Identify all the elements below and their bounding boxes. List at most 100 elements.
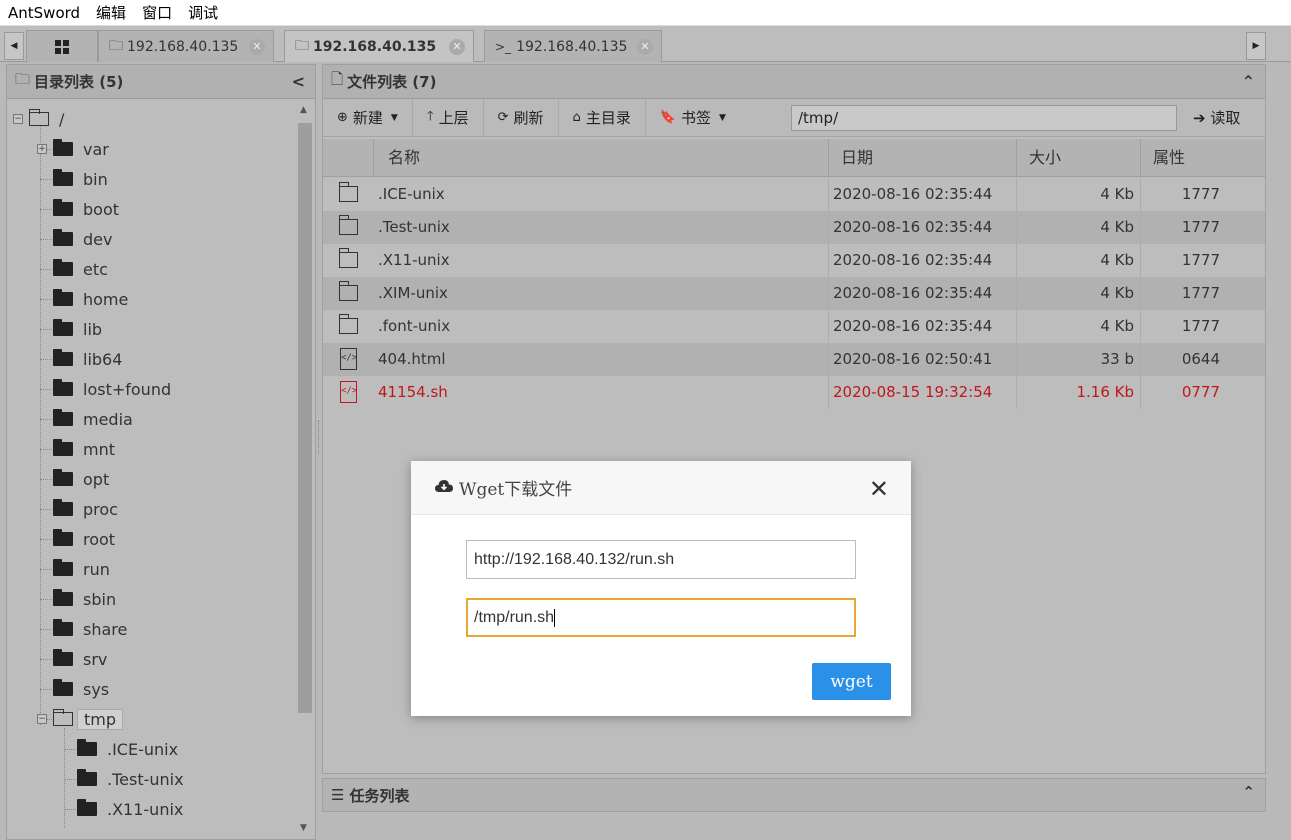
- tree-item[interactable]: dev: [53, 224, 112, 254]
- tree-item[interactable]: /: [29, 104, 64, 134]
- code-file-icon: </>: [340, 381, 357, 403]
- caret-down-icon: ▼: [719, 112, 726, 123]
- cell-divider: [828, 277, 829, 310]
- new-button[interactable]: ⊕ 新建 ▼: [323, 98, 413, 137]
- tree-branch-line: [40, 539, 52, 540]
- column-date[interactable]: 日期: [828, 139, 1016, 177]
- tree-branch-line: [64, 779, 76, 780]
- tab-home[interactable]: [26, 30, 98, 62]
- file-size-cell: 4 Kb: [1100, 251, 1134, 269]
- tab-file-manager-1[interactable]: 🗀 192.168.40.135 ✕: [98, 30, 274, 62]
- tree-item[interactable]: var: [53, 134, 109, 164]
- tree-item[interactable]: share: [53, 614, 127, 644]
- folder-icon: [53, 139, 73, 156]
- file-perm-cell: 1777: [1181, 185, 1220, 203]
- close-icon[interactable]: ✕: [249, 38, 265, 55]
- tree-branch-line: [40, 569, 52, 570]
- expand-up-icon[interactable]: ⌃: [1242, 783, 1255, 801]
- tab-file-manager-2[interactable]: 🗀 192.168.40.135 ✕: [284, 30, 474, 62]
- tree-item[interactable]: .X11-unix: [77, 794, 183, 824]
- tree-item-label: lib64: [83, 349, 123, 369]
- tree-branch-line: [40, 509, 52, 510]
- file-perm-cell: 0644: [1181, 350, 1220, 368]
- tree-item[interactable]: lib: [53, 314, 102, 344]
- menu-antsword[interactable]: AntSword: [0, 4, 88, 22]
- file-size-cell: 4 Kb: [1100, 317, 1134, 335]
- tree-item[interactable]: .Test-unix: [77, 764, 184, 794]
- file-row[interactable]: .Test-unix 2020-08-16 02:35:44 4 Kb 1777: [323, 211, 1265, 244]
- save-path-input[interactable]: /tmp/run.sh: [466, 598, 856, 637]
- tree-scrollbar[interactable]: ▲ ▼: [297, 105, 313, 835]
- collapse-icon[interactable]: −: [13, 114, 23, 124]
- tree-item[interactable]: media: [53, 404, 133, 434]
- scroll-down-icon[interactable]: ▼: [300, 823, 307, 833]
- panel-splitter[interactable]: [318, 420, 320, 454]
- refresh-button[interactable]: ⟳ 刷新: [484, 98, 559, 137]
- tree-branch-line: [40, 599, 52, 600]
- scroll-up-icon[interactable]: ▲: [300, 105, 307, 115]
- tab-terminal[interactable]: >_ 192.168.40.135 ✕: [484, 30, 662, 62]
- up-button[interactable]: 🡑 上层: [413, 98, 484, 137]
- menu-debug[interactable]: 调试: [180, 2, 226, 23]
- folder-outline-icon: 🗀: [109, 37, 123, 54]
- menu-edit[interactable]: 编辑: [88, 2, 134, 23]
- wget-button[interactable]: wget: [812, 663, 891, 700]
- tree-item[interactable]: home: [53, 284, 128, 314]
- collapse-up-icon[interactable]: ⌃: [1242, 72, 1255, 91]
- tree-branch-line: [40, 659, 52, 660]
- tree-item-label: etc: [83, 259, 108, 279]
- file-row[interactable]: </> 404.html 2020-08-16 02:50:41 33 b 0644: [323, 343, 1265, 376]
- menubar: AntSword 编辑 窗口 调试: [0, 0, 1291, 26]
- directory-tree: − / + var bin boot dev etc home lib lib64 lost+foun…: [7, 101, 297, 840]
- url-input[interactable]: http://192.168.40.132/run.sh: [466, 540, 856, 579]
- close-icon[interactable]: ✕: [869, 475, 889, 503]
- tree-item-label: dev: [83, 229, 113, 249]
- menu-window[interactable]: 窗口: [134, 2, 180, 23]
- file-row[interactable]: .font-unix 2020-08-16 02:35:44 4 Kb 1777: [323, 310, 1265, 343]
- close-icon[interactable]: ✕: [449, 38, 465, 55]
- tree-item[interactable]: srv: [53, 644, 107, 674]
- home-dir-button[interactable]: ⌂ 主目录: [559, 98, 646, 137]
- tree-item[interactable]: mnt: [53, 434, 115, 464]
- expand-icon[interactable]: +: [37, 144, 47, 154]
- arrow-up-icon: 🡑: [426, 108, 434, 124]
- tree-item[interactable]: etc: [53, 254, 108, 284]
- file-row[interactable]: .X11-unix 2020-08-16 02:35:44 4 Kb 1777: [323, 244, 1265, 277]
- folder-icon: [53, 619, 73, 636]
- collapse-icon[interactable]: −: [37, 714, 47, 724]
- column-permissions[interactable]: 属性: [1140, 139, 1265, 177]
- folder-icon: [53, 289, 73, 306]
- file-perm-cell: 1777: [1181, 218, 1220, 236]
- tree-item[interactable]: opt: [53, 464, 109, 494]
- tree-item-label: lost+found: [83, 379, 172, 399]
- tree-item[interactable]: run: [53, 554, 110, 584]
- tree-item[interactable]: proc: [53, 494, 118, 524]
- tree-branch-line: [40, 179, 52, 180]
- tree-item[interactable]: sys: [53, 674, 109, 704]
- read-button[interactable]: ➔ 读取: [1193, 107, 1240, 128]
- file-row[interactable]: </> 41154.sh 2020-08-15 19:32:54 1.16 Kb 077…: [323, 376, 1265, 409]
- tab-scroll-left-button[interactable]: ◀: [4, 32, 24, 60]
- column-size[interactable]: 大小: [1016, 139, 1140, 177]
- tree-item[interactable]: tmp: [53, 704, 124, 734]
- directory-panel-header: 🗀 目录列表 (5) <: [7, 65, 315, 99]
- bookmark-button[interactable]: 🔖 书签 ▼: [646, 99, 740, 137]
- file-row[interactable]: .XIM-unix 2020-08-16 02:35:44 4 Kb 1777: [323, 277, 1265, 310]
- tree-item[interactable]: boot: [53, 194, 119, 224]
- tree-item[interactable]: sbin: [53, 584, 116, 614]
- tree-item[interactable]: lib64: [53, 344, 122, 374]
- close-icon[interactable]: ✕: [637, 38, 653, 55]
- folder-outline-icon: [338, 248, 358, 268]
- column-name[interactable]: 名称: [373, 139, 828, 177]
- tree-item[interactable]: lost+found: [53, 374, 171, 404]
- tree-item[interactable]: .ICE-unix: [77, 734, 178, 764]
- path-input[interactable]: /tmp/: [791, 105, 1177, 131]
- collapse-left-icon[interactable]: <: [292, 72, 305, 91]
- cell-divider: [828, 310, 829, 343]
- tree-item[interactable]: root: [53, 524, 115, 554]
- scrollbar-thumb[interactable]: [298, 123, 312, 713]
- tab-scroll-right-button[interactable]: ▶: [1246, 32, 1266, 60]
- folder-icon: [53, 589, 73, 606]
- file-row[interactable]: .ICE-unix 2020-08-16 02:35:44 4 Kb 1777: [323, 178, 1265, 211]
- tree-item[interactable]: bin: [53, 164, 108, 194]
